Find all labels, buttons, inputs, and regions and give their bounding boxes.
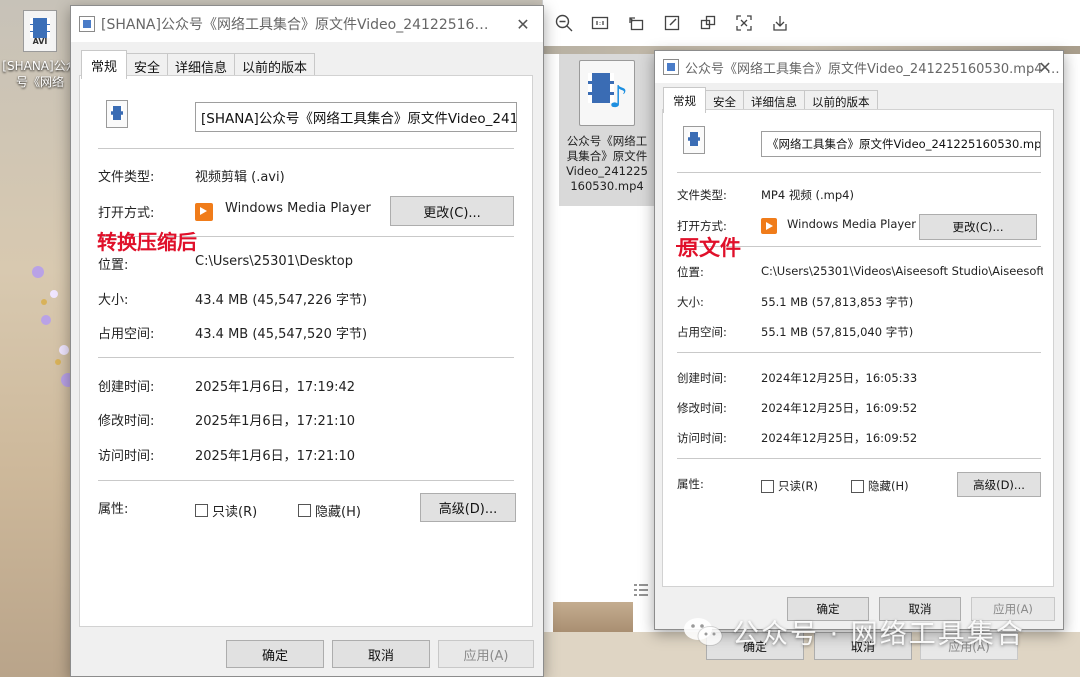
size-label: 大小: xyxy=(98,293,129,308)
mp4-thumbnail[interactable]: ♪ 公众号《网络工具集合》原文件Video_241225160530.mp4 xyxy=(559,54,655,206)
original-file-annotation: 原文件 xyxy=(678,236,741,260)
change-button[interactable]: 更改(C)... xyxy=(919,214,1037,240)
ok-button[interactable]: 确定 xyxy=(226,640,324,668)
file-type-value: 视频剪辑 (.avi) xyxy=(195,170,285,185)
accessed-label: 访问时间: xyxy=(677,431,727,445)
right-general-panel: 《网络工具集合》原文件Video_241225160530.mp4 文件类型: … xyxy=(662,109,1054,587)
hidden-label: 隐藏(H) xyxy=(868,479,909,493)
location-label: 位置: xyxy=(98,258,129,273)
cancel-button[interactable]: 取消 xyxy=(332,640,430,668)
enhance-icon[interactable] xyxy=(733,12,755,34)
accessed-value: 2024年12月25日，16:09:52 xyxy=(761,431,918,445)
disk-size-value: 43.4 MB (45,547,520 字节) xyxy=(195,327,368,342)
attributes-label: 属性: xyxy=(98,502,129,517)
desktop-file-icon[interactable]: AVI [SHANA]公众号《网络 xyxy=(2,10,78,90)
readonly-label: 只读(R) xyxy=(778,479,818,493)
file-ext-tag: AVI xyxy=(32,37,48,46)
separator xyxy=(98,480,514,481)
compressed-annotation: 转换压缩后 xyxy=(97,230,197,254)
file-type-label: 文件类型: xyxy=(98,170,155,185)
size-value: 55.1 MB (57,813,853 字节) xyxy=(761,295,914,309)
created-value: 2025年1月6日，17:19:42 xyxy=(195,380,356,395)
separator xyxy=(677,172,1041,173)
open-with-value: Windows Media Player xyxy=(225,201,371,216)
separator xyxy=(677,352,1041,353)
left-properties-dialog: [SHANA]公众号《网络工具集合》原文件Video_241225160530.… xyxy=(70,5,544,677)
location-value: C:\Users\25301\Desktop xyxy=(195,254,353,269)
hidden-checkbox[interactable]: 隐藏(H) xyxy=(851,478,909,494)
disk-size-value: 55.1 MB (57,815,040 字节) xyxy=(761,325,914,339)
disk-size-label: 占用空间: xyxy=(677,325,727,339)
media-player-icon xyxy=(195,203,213,221)
viewer-image-preview xyxy=(553,602,633,632)
tab-general[interactable]: 常规 xyxy=(663,87,706,113)
list-view-icon[interactable] xyxy=(633,582,649,598)
left-dialog-title: [SHANA]公众号《网络工具集合》原文件Video_241225160530.… xyxy=(101,17,496,33)
wechat-logo-icon xyxy=(684,617,723,646)
separator xyxy=(677,458,1041,459)
right-dialog-title: 公众号《网络工具集合》原文件Video_241225160530.mp4 属性 xyxy=(685,61,1063,77)
open-with-value: Windows Media Player xyxy=(787,217,916,231)
location-label: 位置: xyxy=(677,265,704,279)
tab-general[interactable]: 常规 xyxy=(81,50,128,79)
edit-icon[interactable] xyxy=(661,12,683,34)
hidden-checkbox[interactable]: 隐藏(H) xyxy=(298,501,361,520)
readonly-label: 只读(R) xyxy=(212,505,258,520)
watermark: 公众号 · 网络工具集合 xyxy=(682,612,1025,651)
right-properties-dialog: 公众号《网络工具集合》原文件Video_241225160530.mp4 属性 … xyxy=(654,50,1064,630)
left-dialog-titlebar: [SHANA]公众号《网络工具集合》原文件Video_241225160530.… xyxy=(71,6,543,42)
right-dialog-titlebar: 公众号《网络工具集合》原文件Video_241225160530.mp4 属性 xyxy=(655,51,1063,83)
desktop-file-label: [SHANA]公众号《网络 xyxy=(2,59,78,89)
file-type-value: MP4 视频 (.mp4) xyxy=(761,188,854,202)
created-label: 创建时间: xyxy=(677,371,727,385)
size-label: 大小: xyxy=(677,295,704,309)
disk-size-label: 占用空间: xyxy=(98,327,155,342)
apply-button[interactable]: 应用(A) xyxy=(438,640,534,668)
download-icon[interactable] xyxy=(769,12,791,34)
file-icon xyxy=(79,16,95,32)
file-name-field[interactable]: 《网络工具集合》原文件Video_241225160530.mp4 xyxy=(761,131,1041,157)
thumbnail-label: 公众号《网络工具集合》原文件Video_241225160530.mp4 xyxy=(566,134,648,193)
accessed-value: 2025年1月6日，17:21:10 xyxy=(195,449,356,464)
advanced-button[interactable]: 高级(D)... xyxy=(420,493,516,522)
separator xyxy=(98,148,514,149)
file-type-label: 文件类型: xyxy=(677,188,727,202)
hidden-label: 隐藏(H) xyxy=(315,505,361,520)
created-label: 创建时间: xyxy=(98,380,155,395)
viewer-toolbar xyxy=(543,0,1080,46)
modified-label: 修改时间: xyxy=(98,414,155,429)
left-general-panel: [SHANA]公众号《网络工具集合》原文件Video_241225160530.… xyxy=(79,75,533,627)
media-player-icon xyxy=(761,218,777,234)
attributes-label: 属性: xyxy=(677,477,704,491)
accessed-label: 访问时间: xyxy=(98,449,155,464)
advanced-button[interactable]: 高级(D)... xyxy=(957,472,1041,497)
mp4-file-icon xyxy=(683,126,705,154)
file-icon xyxy=(663,59,679,75)
readonly-checkbox[interactable]: 只读(R) xyxy=(195,501,257,520)
annotation-line xyxy=(676,245,696,247)
created-value: 2024年12月25日，16:05:33 xyxy=(761,371,918,385)
watermark-text: 公众号 · 网络工具集合 xyxy=(732,619,1025,650)
open-with-label: 打开方式: xyxy=(98,206,155,221)
close-icon[interactable]: ✕ xyxy=(501,6,545,42)
actual-size-icon[interactable] xyxy=(589,12,611,34)
zoom-out-icon[interactable] xyxy=(553,12,575,34)
rotate-icon[interactable] xyxy=(625,12,647,34)
location-value: C:\Users\25301\Videos\Aiseesoft Studio\A… xyxy=(761,264,1043,278)
change-button[interactable]: 更改(C)... xyxy=(390,196,514,226)
modified-value: 2024年12月25日，16:09:52 xyxy=(761,401,918,415)
modified-value: 2025年1月6日，17:21:10 xyxy=(195,414,356,429)
mp4-file-icon: ♪ xyxy=(579,60,635,126)
close-icon[interactable]: ✕ xyxy=(1023,51,1067,83)
file-name-field[interactable]: [SHANA]公众号《网络工具集合》原文件Video_241225160530.… xyxy=(195,102,517,132)
avi-file-icon: AVI xyxy=(23,10,57,52)
separator xyxy=(98,357,514,358)
modified-label: 修改时间: xyxy=(677,401,727,415)
readonly-checkbox[interactable]: 只读(R) xyxy=(761,478,818,494)
avi-file-icon xyxy=(106,100,128,128)
size-value: 43.4 MB (45,547,226 字节) xyxy=(195,293,368,308)
crop-icon[interactable] xyxy=(697,12,719,34)
